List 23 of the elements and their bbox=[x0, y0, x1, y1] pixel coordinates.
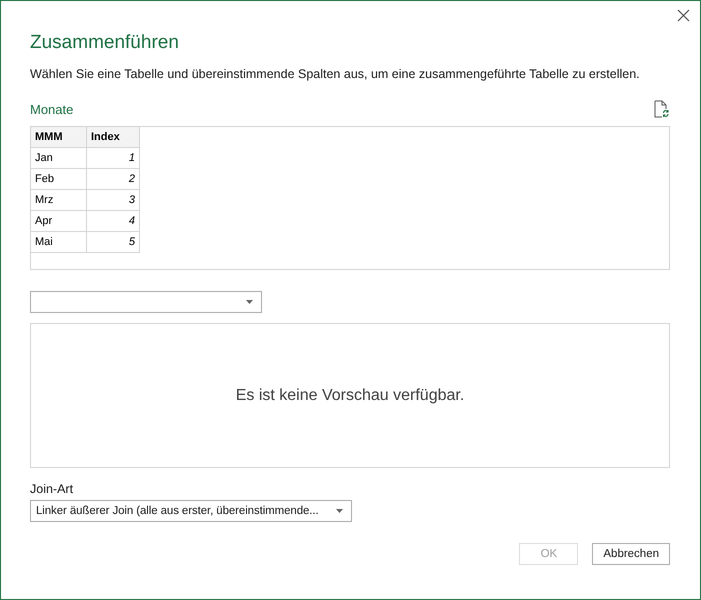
join-kind-select[interactable]: Linker äußerer Join (alle aus erster, übereinstimmende... bbox=[30, 500, 352, 522]
column-header[interactable]: MMM bbox=[31, 127, 86, 148]
table-cell: 2 bbox=[86, 168, 140, 190]
table-cell: 1 bbox=[86, 148, 140, 168]
join-kind-label: Join-Art bbox=[30, 482, 74, 496]
table-cell: Apr bbox=[31, 210, 86, 232]
table-cell: Mai bbox=[31, 232, 86, 252]
column-header[interactable]: Index bbox=[86, 127, 140, 148]
close-icon[interactable] bbox=[677, 9, 690, 22]
table-cell: Feb bbox=[31, 168, 86, 190]
caret-icon bbox=[336, 509, 343, 513]
table-cell: Jan bbox=[31, 148, 86, 168]
table-cell: 4 bbox=[86, 210, 140, 232]
no-preview-message: Es ist keine Vorschau verfügbar. bbox=[236, 386, 464, 404]
table-cell: 5 bbox=[86, 232, 140, 252]
cancel-button[interactable]: Abbrechen bbox=[592, 543, 670, 565]
table-name: Monate bbox=[30, 102, 74, 116]
dialog-title: Zusammenführen bbox=[30, 32, 180, 54]
table-cell: 3 bbox=[86, 190, 140, 210]
refresh-document-icon[interactable] bbox=[654, 100, 669, 118]
dialog-description: Wählen Sie eine Tabelle und übereinstimmende Spalten aus, um eine zusammengeführte Tabelle zu erstellen. bbox=[30, 67, 641, 81]
table-cell: Mrz bbox=[31, 190, 86, 210]
caret-icon bbox=[246, 300, 253, 304]
